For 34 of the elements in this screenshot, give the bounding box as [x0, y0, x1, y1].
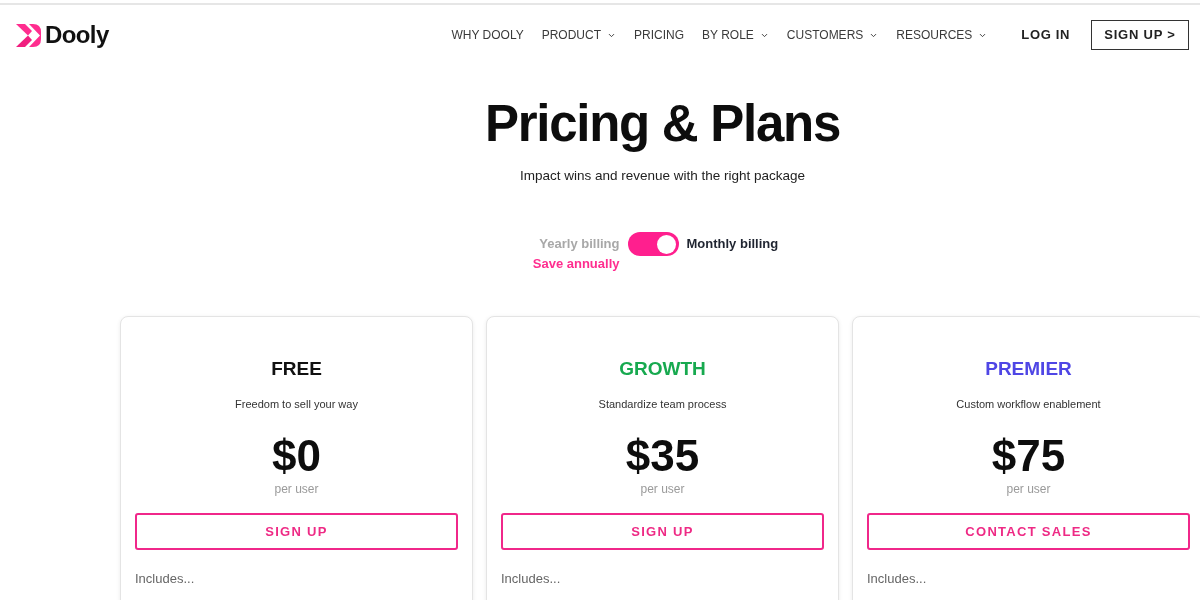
price-unit: per user [640, 481, 685, 497]
plan-price: $35 [625, 432, 700, 480]
plan-button[interactable]: CONTACT SALES [867, 513, 1190, 550]
plan-description: Standardize team process [598, 397, 727, 411]
plan-price: $75 [991, 432, 1066, 480]
page-subtitle: Impact wins and revenue with the right package [519, 167, 806, 185]
price-unit: per user [1006, 481, 1051, 497]
includes-label: Includes... [501, 571, 561, 586]
price-unit: per user [274, 481, 319, 497]
nav-link[interactable]: BY ROLE [702, 26, 769, 44]
nav-link[interactable]: RESOURCES [896, 26, 988, 44]
brand-name: Dooly [45, 23, 109, 47]
signup-button[interactable]: SIGN UP > [1091, 20, 1189, 50]
logo-icon [16, 23, 41, 47]
page-title: Pricing & Plans [485, 94, 840, 154]
brand-logo[interactable]: Dooly [16, 23, 109, 47]
nav-link[interactable]: PRICING [634, 26, 685, 44]
login-link[interactable]: LOG IN [1021, 25, 1070, 45]
nav-link[interactable]: PRODUCT [541, 26, 616, 44]
plan-name: FREE [271, 357, 322, 381]
plan-price: $0 [272, 432, 321, 480]
billing-toggle[interactable] [627, 232, 679, 256]
plan-button[interactable]: SIGN UP [135, 513, 458, 550]
plan-description: Custom workflow enablement [956, 397, 1101, 411]
nav-link[interactable]: CUSTOMERS [786, 26, 879, 44]
plan-button[interactable]: SIGN UP [501, 513, 824, 550]
plan-description: Freedom to sell your way [235, 397, 358, 411]
plan-name: GROWTH [619, 357, 706, 381]
save-note: Save annually [532, 256, 620, 272]
billing-option-label[interactable]: Monthly billing [686, 234, 779, 254]
plan-name: PREMIER [985, 357, 1072, 381]
nav-link[interactable]: WHY DOOLY [451, 26, 524, 44]
includes-label: Includes... [867, 571, 927, 586]
includes-label: Includes... [135, 571, 195, 586]
